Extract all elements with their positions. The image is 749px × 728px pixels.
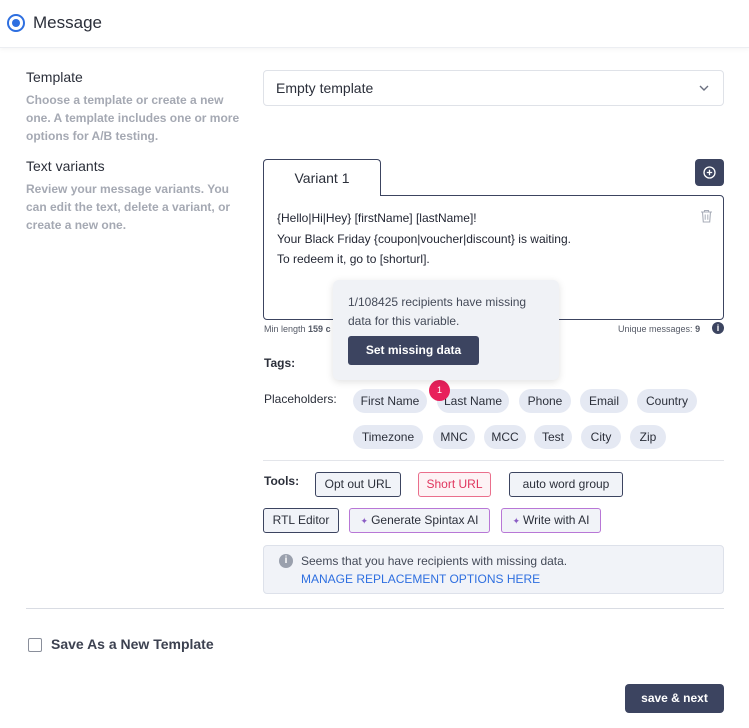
manage-replacement-options-link[interactable]: MANAGE REPLACEMENT OPTIONS HERE (301, 572, 540, 586)
message-radio-button[interactable] (7, 14, 25, 32)
placeholder-chip-timezone[interactable]: Timezone (353, 425, 423, 449)
radio-dot (12, 19, 20, 27)
alert-text: Seems that you have recipients with miss… (301, 554, 568, 568)
save-as-template-checkbox[interactable] (28, 638, 42, 652)
add-variant-button[interactable] (695, 159, 724, 186)
set-missing-data-button[interactable]: Set missing data (348, 336, 479, 365)
opt-out-url-button[interactable]: Opt out URL (315, 472, 401, 497)
placeholder-chip-phone[interactable]: Phone (519, 389, 571, 413)
tooltip-text: 1/108425 recipients have missing data fo… (348, 295, 527, 328)
placeholders-label: Placeholders: (264, 392, 337, 406)
text-variants-label: Text variants (26, 158, 105, 174)
short-url-button[interactable]: Short URL (418, 472, 491, 497)
template-selected-value: Empty template (276, 80, 374, 96)
save-as-template-label[interactable]: Save As a New Template (51, 636, 214, 652)
text-variants-description: Review your message variants. You can ed… (26, 182, 231, 232)
placeholder-chip-first-name[interactable]: First Name (353, 389, 427, 413)
template-label: Template (26, 69, 83, 85)
save-and-next-button[interactable]: save & next (625, 684, 724, 713)
message-line: Your Black Friday {coupon|voucher|discou… (277, 232, 571, 246)
template-description: Choose a template or create a new one. A… (26, 93, 240, 143)
sparkle-icon: ✦ (512, 516, 521, 526)
chevron-down-icon (699, 85, 709, 91)
placeholder-chip-zip[interactable]: Zip (630, 425, 666, 449)
placeholder-chip-mcc[interactable]: MCC (484, 425, 526, 449)
unique-messages-label: Unique messages: (618, 324, 693, 334)
min-length-info: Min length 159 c (264, 324, 331, 334)
section-divider (26, 608, 724, 609)
tags-label: Tags: (264, 356, 296, 370)
rtl-editor-button[interactable]: RTL Editor (263, 508, 339, 533)
placeholder-chip-email[interactable]: Email (580, 389, 628, 413)
divider (263, 460, 724, 461)
info-icon: i (279, 554, 293, 568)
unique-messages-value: 9 (695, 324, 701, 334)
message-section-header: Message (0, 0, 749, 48)
generate-spintax-ai-label: Generate Spintax AI (371, 513, 479, 527)
generate-spintax-ai-button[interactable]: ✦ Generate Spintax AI (349, 508, 490, 533)
notification-badge: 1 (429, 380, 450, 401)
placeholder-chip-test[interactable]: Test (534, 425, 572, 449)
missing-data-tooltip: 1/108425 recipients have missing data fo… (333, 280, 559, 380)
placeholder-chip-city[interactable]: City (581, 425, 621, 449)
min-length-label: Min length (264, 324, 306, 334)
message-line: {Hello|Hi|Hey} [firstName] [lastName]! (277, 211, 477, 225)
tools-label: Tools: (264, 474, 300, 488)
auto-word-group-button[interactable]: auto word group (509, 472, 623, 497)
missing-data-alert: i Seems that you have recipients with mi… (263, 545, 724, 594)
trash-icon[interactable] (700, 209, 713, 223)
write-with-ai-label: Write with AI (523, 513, 590, 527)
tab-variant-1[interactable]: Variant 1 (263, 159, 381, 196)
placeholder-chip-country[interactable]: Country (637, 389, 697, 413)
message-line: To redeem it, go to [shorturl]. (277, 252, 430, 266)
min-length-value: 159 c (308, 324, 331, 334)
unique-messages-info: Unique messages: 9 (618, 324, 700, 334)
plus-circle-icon (703, 166, 716, 179)
sparkle-icon: ✦ (360, 516, 369, 526)
write-with-ai-button[interactable]: ✦ Write with AI (501, 508, 601, 533)
section-title: Message (33, 13, 102, 32)
info-icon[interactable]: i (712, 322, 724, 334)
template-select[interactable]: Empty template (263, 70, 724, 106)
placeholder-chip-mnc[interactable]: MNC (433, 425, 475, 449)
